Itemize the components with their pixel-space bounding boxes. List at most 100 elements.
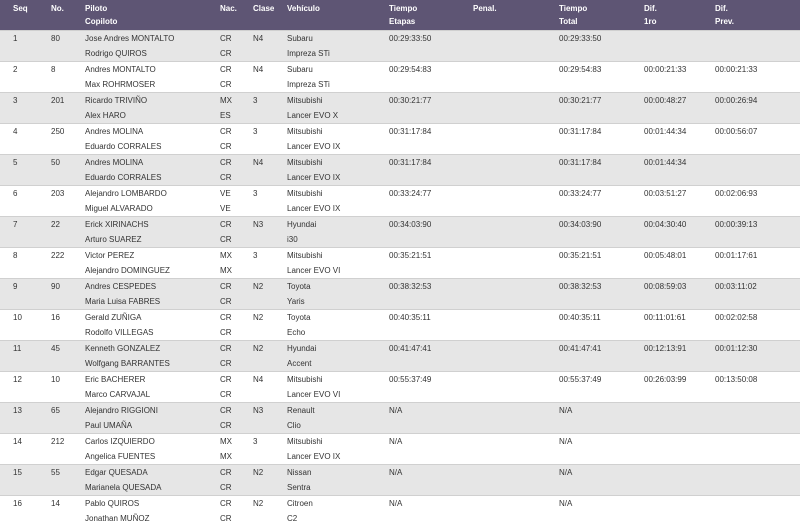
header-penal: Penal. [473, 4, 497, 13]
cell-empty [644, 417, 715, 433]
cell-nac-piloto: CR [220, 370, 253, 387]
cell-penal [473, 277, 559, 294]
table-row-sub: Alex HARO ES Lancer EVO X [0, 107, 800, 123]
cell-empty [0, 510, 44, 526]
cell-nac-piloto: MX [220, 91, 253, 108]
table-row-sub: Miguel ALVARADO VE Lancer EVO IX [0, 200, 800, 216]
cell-empty [389, 386, 473, 402]
cell-no: 10 [44, 370, 85, 387]
cell-empty [389, 76, 473, 92]
cell-empty [389, 138, 473, 154]
cell-nac-piloto: MX [220, 432, 253, 449]
cell-empty [389, 262, 473, 278]
cell-empty [715, 262, 800, 278]
cell-seq: 6 [0, 184, 44, 201]
cell-empty [559, 200, 644, 216]
cell-empty [253, 448, 287, 464]
cell-seq: 4 [0, 122, 44, 139]
cell-empty [715, 386, 800, 402]
cell-marca: Toyota [287, 277, 389, 294]
cell-tiempo-etapas: 00:55:37:49 [389, 370, 473, 387]
cell-dif-1ro: 00:01:44:34 [644, 122, 715, 139]
table-row: 3 201 Ricardo TRIVIÑO MX 3 Mitsubishi 00:30:21… [0, 91, 800, 108]
cell-dif-prev: 00:00:26:94 [715, 91, 800, 108]
cell-dif-1ro [644, 29, 715, 46]
cell-no: 16 [44, 308, 85, 325]
cell-nac-copiloto: CR [220, 169, 253, 185]
cell-nac-piloto: CR [220, 153, 253, 170]
cell-empty [253, 386, 287, 402]
header-dif-prev: Dif. Prev. [715, 4, 734, 26]
cell-nac-piloto: CR [220, 60, 253, 77]
cell-empty [644, 169, 715, 185]
cell-copiloto: Alex HARO [85, 107, 220, 123]
cell-seq: 2 [0, 60, 44, 77]
cell-dif-prev: 00:00:21:33 [715, 60, 800, 77]
cell-tiempo-etapas: N/A [389, 432, 473, 449]
cell-dif-1ro: 00:04:30:40 [644, 215, 715, 232]
cell-seq: 15 [0, 463, 44, 480]
cell-empty [0, 107, 44, 123]
table-row: 1 80 Jose Andres MONTALTO CR N4 Subaru 00:29:3… [0, 29, 800, 46]
cell-copiloto: Paul UMAÑA [85, 417, 220, 433]
cell-empty [715, 76, 800, 92]
table-row: 11 45 Kenneth GONZALEZ CR N2 Hyundai 00:41:47:… [0, 339, 800, 356]
cell-modelo: i30 [287, 231, 389, 247]
header-piloto: Piloto Copiloto [85, 4, 118, 26]
cell-clase: N4 [253, 153, 287, 170]
cell-modelo: C2 [287, 510, 389, 526]
cell-empty [253, 262, 287, 278]
cell-penal [473, 215, 559, 232]
cell-modelo: Lancer EVO IX [287, 200, 389, 216]
cell-tiempo-total: N/A [559, 432, 644, 449]
cell-nac-copiloto: CR [220, 417, 253, 433]
cell-tiempo-total: N/A [559, 401, 644, 418]
cell-tiempo-etapas: 00:31:17:84 [389, 153, 473, 170]
cell-clase: 3 [253, 122, 287, 139]
cell-marca: Renault [287, 401, 389, 418]
cell-penal [473, 432, 559, 449]
table-row: 8 222 Victor PEREZ MX 3 Mitsubishi 00:35:21:51… [0, 246, 800, 263]
cell-dif-prev [715, 494, 800, 511]
cell-nac-piloto: VE [220, 184, 253, 201]
cell-empty [389, 417, 473, 433]
cell-nac-copiloto: CR [220, 45, 253, 61]
cell-empty [715, 510, 800, 526]
cell-empty [44, 231, 85, 247]
cell-copiloto: Rodrigo QUIROS [85, 45, 220, 61]
results-table: Seq No. Piloto Copiloto Nac. Clase Vehícu… [0, 0, 800, 526]
cell-empty [644, 293, 715, 309]
cell-empty [715, 324, 800, 340]
cell-empty [0, 45, 44, 61]
cell-empty [253, 510, 287, 526]
cell-piloto: Andres MOLINA [85, 153, 220, 170]
cell-modelo: Lancer EVO VI [287, 262, 389, 278]
cell-dif-prev [715, 432, 800, 449]
cell-empty [559, 45, 644, 61]
cell-marca: Mitsubishi [287, 370, 389, 387]
cell-piloto: Erick XIRINACHS [85, 215, 220, 232]
table-row-sub: Eduardo CORRALES CR Lancer EVO IX [0, 138, 800, 154]
cell-nac-piloto: CR [220, 494, 253, 511]
cell-penal [473, 370, 559, 387]
cell-nac-piloto: CR [220, 401, 253, 418]
cell-tiempo-etapas: 00:29:33:50 [389, 29, 473, 46]
cell-nac-piloto: CR [220, 339, 253, 356]
cell-tiempo-etapas: N/A [389, 401, 473, 418]
cell-modelo: Lancer EVO IX [287, 169, 389, 185]
cell-nac-copiloto: CR [220, 231, 253, 247]
cell-seq: 14 [0, 432, 44, 449]
cell-penal [473, 122, 559, 139]
cell-empty [559, 293, 644, 309]
cell-seq: 1 [0, 29, 44, 46]
cell-empty [253, 107, 287, 123]
cell-empty [473, 231, 559, 247]
cell-dif-1ro: 00:00:21:33 [644, 60, 715, 77]
cell-nac-copiloto: CR [220, 138, 253, 154]
cell-clase: N3 [253, 401, 287, 418]
cell-marca: Subaru [287, 60, 389, 77]
cell-empty [559, 355, 644, 371]
cell-empty [44, 107, 85, 123]
cell-dif-1ro [644, 494, 715, 511]
cell-marca: Mitsubishi [287, 91, 389, 108]
